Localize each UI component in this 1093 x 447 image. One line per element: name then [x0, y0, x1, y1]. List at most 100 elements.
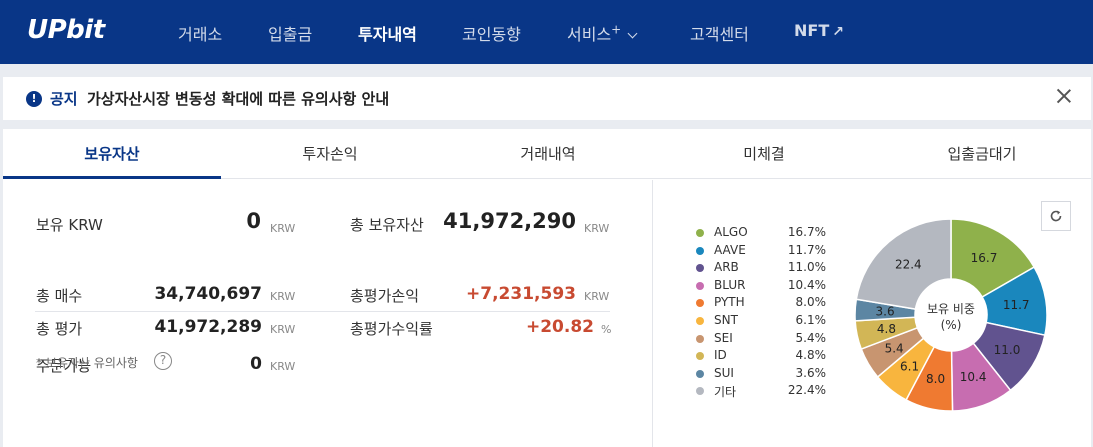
legend-swatch	[696, 299, 704, 308]
exclamation-icon: !	[26, 91, 42, 107]
legend-percent: 4.8%	[795, 348, 827, 363]
orderable-value: 0	[250, 354, 262, 374]
external-link-icon: ↗	[832, 24, 844, 40]
pie-slice-label: 11.7	[1003, 298, 1030, 312]
legend-name: SNT	[714, 313, 738, 327]
legend-percent: 22.4%	[787, 383, 826, 398]
legend-swatch	[696, 246, 704, 255]
pie-slice-label: 16.7	[971, 251, 998, 265]
nav-investment-history[interactable]: 투자내역	[358, 21, 417, 45]
summary-section: 보유 KRW 0 KRW 총 보유자산 41,972,290 KRW 총 매수 …	[3, 180, 652, 447]
pie-slice-label: 10.4	[960, 370, 987, 384]
legend-swatch	[696, 264, 704, 273]
eval-pl-label: 총평가손익	[350, 287, 420, 305]
notice-label: 공지	[50, 90, 78, 108]
tab-profit-loss[interactable]: 투자손익	[221, 129, 439, 179]
total-buy-value: 34,740,697	[154, 284, 262, 304]
pie-slice-label: 5.4	[885, 341, 904, 355]
legend-item: PYTH 8.0%	[696, 295, 826, 312]
eval-rate-unit: %	[601, 323, 612, 336]
legend-name: AAVE	[714, 242, 746, 257]
legend-percent: 10.4%	[787, 277, 826, 292]
eval-rate-label: 총평가수익률	[350, 320, 433, 338]
tab-holdings[interactable]: 보유자산	[3, 129, 221, 179]
legend-item: ARB 11.0%	[696, 260, 826, 277]
legend-item: ALGO 16.7%	[696, 225, 826, 242]
nav-nft[interactable]: NFT ↗	[794, 21, 844, 40]
total-assets-unit: KRW	[584, 222, 610, 235]
nav-services[interactable]: 서비스+	[567, 21, 638, 45]
legend-name: ARB	[714, 260, 739, 275]
nav-customer-center[interactable]: 고객센터	[690, 21, 749, 45]
legend-item: 기타 22.4%	[696, 383, 826, 400]
legend-swatch	[696, 317, 704, 325]
pie-center-title: 보유 비중	[927, 302, 975, 316]
help-icon[interactable]: ?	[154, 352, 172, 370]
total-assets-value: 41,972,290	[443, 209, 576, 233]
legend-swatch	[696, 369, 704, 378]
chevron-down-icon	[627, 28, 638, 39]
total-buy-unit: KRW	[270, 290, 296, 303]
pie-slice-label: 6.1	[900, 359, 919, 373]
legend-item: ID 4.8%	[696, 348, 826, 365]
holdings-note: * 보유자산 유의사항	[36, 356, 138, 370]
legend-swatch	[696, 352, 704, 361]
legend-item: BLUR 10.4%	[696, 278, 826, 295]
pie-center-unit: (%)	[941, 318, 962, 332]
legend-percent: 11.7%	[787, 242, 826, 257]
pie-slice-label: 8.0	[926, 372, 945, 386]
nav-services-label: 서비스	[567, 25, 612, 44]
nav-nft-label: NFT	[794, 21, 830, 40]
legend-percent: 3.6%	[795, 365, 827, 380]
legend-item: SEI 5.4%	[696, 331, 826, 348]
close-icon[interactable]	[1053, 85, 1075, 107]
pie-slice-label: 22.4	[895, 258, 922, 272]
nav-coin-trends-label: 코인동향	[462, 25, 521, 44]
top-navigation-bar: UPbit 거래소 입출금 투자내역 코인동향 서비스+ 고객센터 NFT ↗	[0, 0, 1093, 64]
legend-swatch	[696, 334, 704, 343]
holdings-pie-chart: 16.7 11.7 11.0 10.4 8.0 6.1 5.4 4.8 3.6 22.4 보유 비중…	[854, 218, 1048, 412]
summary-divider	[35, 311, 610, 312]
krw-balance-label: 보유 KRW	[36, 216, 103, 234]
tab-trade-history[interactable]: 거래내역	[439, 129, 657, 179]
section-divider	[652, 180, 653, 447]
nav-customer-center-label: 고객센터	[690, 25, 749, 44]
notice-bar: ! 공지 가상자산시장 변동성 확대에 따른 유의사항 안내	[3, 77, 1091, 120]
pie-slice-label: 4.8	[877, 322, 896, 336]
legend-name: PYTH	[714, 295, 745, 310]
nav-exchange-label: 거래소	[178, 25, 223, 44]
legend-percent: 5.4%	[795, 330, 827, 345]
pie-slice-label: 3.6	[876, 305, 895, 319]
total-buy-label: 총 매수	[36, 287, 83, 305]
total-assets-label: 총 보유자산	[350, 216, 424, 234]
total-eval-value: 41,972,289	[154, 317, 262, 337]
nav-coin-trends[interactable]: 코인동향	[462, 21, 521, 45]
total-eval-label: 총 평가	[36, 320, 83, 338]
legend-name: BLUR	[714, 277, 746, 292]
legend-name: SUI	[714, 365, 734, 380]
krw-balance-value: 0	[246, 209, 261, 233]
legend-name: SEI	[714, 330, 733, 345]
nav-exchange[interactable]: 거래소	[178, 21, 222, 45]
eval-pl-unit: KRW	[584, 290, 610, 303]
refresh-icon	[1050, 210, 1062, 222]
tab-open-orders[interactable]: 미체결	[655, 129, 873, 179]
total-eval-unit: KRW	[270, 323, 296, 336]
nav-deposit-withdraw-label: 입출금	[268, 25, 313, 44]
legend-name: 기타	[714, 385, 737, 400]
notice-link[interactable]: 가상자산시장 변동성 확대에 따른 유의사항 안내	[87, 88, 389, 109]
legend-item: AAVE 11.7%	[696, 243, 826, 260]
legend-percent: 16.7%	[787, 225, 826, 239]
legend-percent: 6.1%	[795, 313, 827, 327]
nav-deposit-withdraw[interactable]: 입출금	[268, 21, 312, 45]
tab-bar: 보유자산 투자손익 거래내역 미체결 입출금대기	[3, 129, 1091, 179]
eval-rate-value: +20.82	[525, 317, 594, 337]
legend-item: SUI 3.6%	[696, 366, 826, 383]
upbit-logo[interactable]: UPbit	[27, 15, 105, 45]
orderable-unit: KRW	[270, 360, 296, 373]
legend-item: SNT 6.1%	[696, 313, 826, 330]
legend-swatch	[696, 387, 704, 396]
krw-balance-unit: KRW	[270, 222, 296, 235]
legend-name: ID	[714, 348, 727, 363]
tab-pending-transfers[interactable]: 입출금대기	[873, 129, 1091, 179]
